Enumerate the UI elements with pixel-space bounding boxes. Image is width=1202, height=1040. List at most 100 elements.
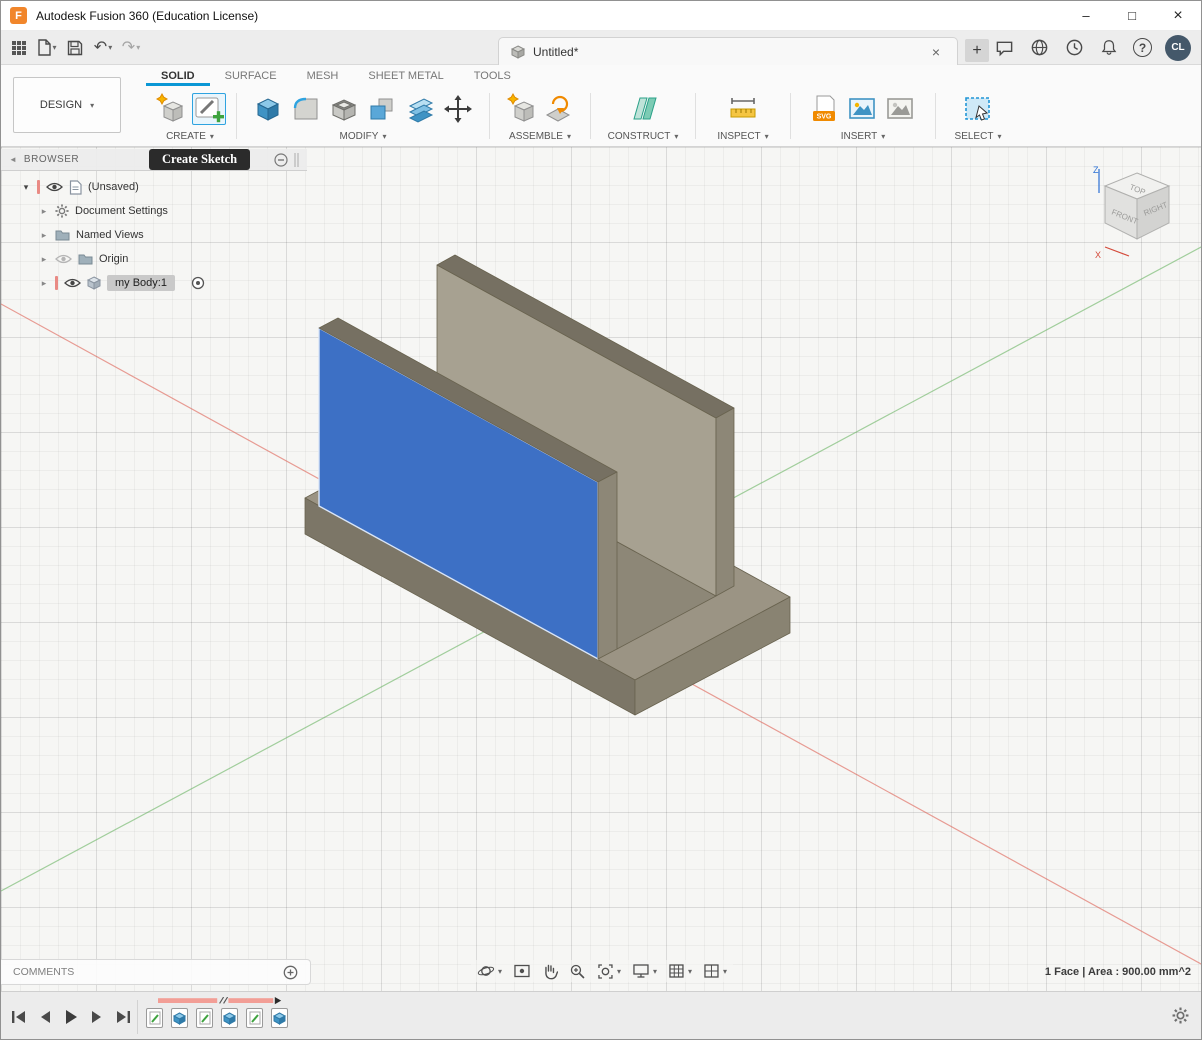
collapsed-arrow-icon[interactable]: ▸ [39, 278, 49, 289]
expand-arrow-icon[interactable]: ▾ [21, 182, 31, 193]
fillet-icon[interactable] [290, 93, 322, 125]
move-icon[interactable] [442, 93, 474, 125]
timeline-sketch-feature-icon[interactable] [196, 1008, 213, 1028]
grid-icon[interactable]: ▾ [668, 963, 692, 979]
selection-indicator-bar [55, 276, 58, 290]
play-button[interactable] [59, 1005, 82, 1028]
group-label-inspect[interactable]: INSPECT▾ [717, 131, 768, 142]
model-face-wall2-right[interactable] [716, 408, 734, 596]
insert-svg-icon[interactable]: SVG [810, 93, 840, 125]
tab-tools[interactable]: TOOLS [459, 65, 526, 86]
fit-icon[interactable]: ▾ [597, 963, 621, 980]
timeline-playhead[interactable] [275, 997, 281, 1004]
construct-plane-icon[interactable] [626, 93, 660, 125]
assemble-new-component-icon[interactable] [505, 93, 537, 125]
redo-button[interactable]: ↷▾ [120, 35, 142, 61]
press-pull-icon[interactable] [252, 93, 284, 125]
group-label-insert[interactable]: INSERT▾ [841, 131, 886, 142]
group-inspect: INSPECT▾ [698, 86, 788, 146]
group-label-assemble[interactable]: ASSEMBLE▾ [509, 131, 571, 142]
group-label-create[interactable]: CREATE▾ [166, 131, 214, 142]
step-forward-button[interactable] [85, 1005, 108, 1028]
tree-item-named-views[interactable]: ▸ Named Views [1, 223, 307, 247]
tree-item-origin[interactable]: ▸ Origin [1, 247, 307, 271]
look-at-icon[interactable] [513, 963, 531, 979]
file-menu-button[interactable]: ▾ [36, 35, 58, 61]
select-icon[interactable] [962, 94, 994, 124]
notifications-bell-icon[interactable] [1098, 35, 1120, 61]
timeline-extrude-feature-icon[interactable] [221, 1008, 238, 1028]
eye-icon[interactable] [46, 181, 63, 193]
document-tab-title: Untitled* [533, 45, 578, 59]
activate-target-icon[interactable] [191, 276, 205, 290]
combine-icon[interactable] [366, 93, 398, 125]
step-back-button[interactable] [33, 1005, 56, 1028]
timeline-sketch-feature-icon[interactable] [246, 1008, 263, 1028]
comment-icon[interactable] [993, 35, 1015, 61]
timeline-extrude-feature-icon[interactable] [171, 1008, 188, 1028]
tab-solid[interactable]: SOLID [146, 65, 210, 86]
tree-item-body[interactable]: ▸ my Body:1 [1, 271, 307, 295]
new-tab-button[interactable]: + [965, 39, 989, 62]
workspace-selector[interactable]: DESIGN ▾ [13, 77, 121, 133]
viewport[interactable]: ◄ BROWSER Create Sketch ▾ (Unsaved) ▸ Do… [1, 147, 1202, 991]
undo-button[interactable]: ↶▾ [92, 35, 114, 61]
minimize-button[interactable]: – [1063, 1, 1109, 30]
document-tab[interactable]: Untitled* × [498, 37, 958, 65]
tab-sheet-metal[interactable]: SHEET METAL [353, 65, 458, 86]
web-icon[interactable] [1028, 35, 1050, 61]
canvas-icon[interactable] [884, 94, 916, 124]
timeline-settings-gear-icon[interactable] [1172, 1007, 1189, 1024]
save-button[interactable] [64, 35, 86, 61]
group-label-construct[interactable]: CONSTRUCT▾ [608, 131, 679, 142]
tree-item-document-settings[interactable]: ▸ Document Settings [1, 199, 307, 223]
collapsed-arrow-icon[interactable]: ▸ [39, 206, 49, 217]
timeline-scrubber-track[interactable] [146, 997, 298, 1005]
browser-resize-grip[interactable] [294, 152, 299, 168]
go-to-start-button[interactable] [7, 1005, 30, 1028]
comments-panel[interactable]: COMMENTS [1, 959, 311, 985]
help-icon[interactable]: ? [1133, 38, 1152, 57]
go-to-end-button[interactable] [111, 1005, 134, 1028]
tab-close-icon[interactable]: × [927, 44, 945, 60]
pan-icon[interactable] [542, 963, 558, 980]
measure-icon[interactable] [727, 93, 759, 125]
orbit-icon[interactable]: ▾ [477, 962, 502, 980]
viewports-icon[interactable]: ▾ [703, 963, 727, 979]
eye-icon[interactable] [64, 277, 81, 289]
view-cube[interactable]: Z X TOP FRONT RIGHT [1085, 159, 1189, 269]
ribbon-tab-bar: SOLID SURFACE MESH SHEET METAL TOOLS [1, 65, 1201, 86]
timeline-sketch-feature-icon[interactable] [146, 1008, 163, 1028]
maximize-button[interactable]: □ [1109, 1, 1155, 30]
new-component-icon[interactable] [154, 93, 186, 125]
joint-icon[interactable] [543, 93, 575, 125]
tree-item-label: (Unsaved) [88, 181, 139, 193]
decal-icon[interactable] [846, 94, 878, 124]
model-face-wall1-right[interactable] [598, 472, 617, 659]
browser-collapse-icon[interactable]: ◄ [9, 155, 17, 164]
navigation-bar: ▾ ▾ ▾ ▾ [471, 960, 733, 982]
display-settings-icon[interactable]: ▾ [632, 963, 657, 979]
group-label-select[interactable]: SELECT▾ [955, 131, 1002, 142]
user-avatar[interactable]: CL [1165, 35, 1191, 61]
tab-surface[interactable]: SURFACE [210, 65, 292, 86]
offset-face-icon[interactable] [404, 93, 436, 125]
collapsed-arrow-icon[interactable]: ▸ [39, 230, 49, 241]
body-cube-icon [87, 276, 101, 290]
add-comment-icon[interactable] [283, 965, 298, 980]
browser-minimize-icon[interactable] [274, 153, 288, 167]
collapsed-arrow-icon[interactable]: ▸ [39, 254, 49, 265]
quick-toolbar-right: ? CL [993, 35, 1201, 61]
group-label-modify[interactable]: MODIFY▾ [340, 131, 387, 142]
chevron-down-icon: ▾ [52, 43, 56, 52]
zoom-icon[interactable] [569, 963, 586, 980]
history-clock-icon[interactable] [1063, 35, 1085, 61]
timeline-extrude-feature-icon[interactable] [271, 1008, 288, 1028]
tab-mesh[interactable]: MESH [292, 65, 354, 86]
app-grid-icon[interactable] [8, 35, 30, 61]
tree-item-document[interactable]: ▾ (Unsaved) [1, 175, 307, 199]
close-button[interactable]: × [1155, 1, 1201, 30]
eye-hidden-icon[interactable] [55, 253, 72, 265]
shell-icon[interactable] [328, 93, 360, 125]
create-sketch-icon[interactable] [192, 93, 226, 125]
